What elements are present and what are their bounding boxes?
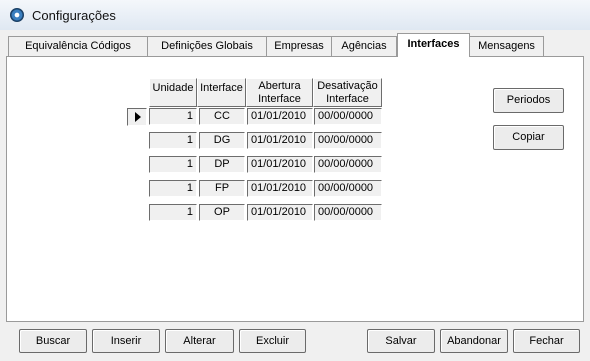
column-header-desativacao-line2: Interface (326, 93, 369, 105)
column-header-desativacao-line1: Desativação (317, 80, 378, 92)
cell-interface[interactable]: OP (199, 204, 245, 221)
cell-unidade[interactable]: 1 (149, 132, 197, 149)
column-header-abertura: Abertura Interface (246, 78, 313, 107)
cell-unidade[interactable]: 1 (149, 156, 197, 173)
copiar-button[interactable]: Copiar (493, 125, 564, 150)
cell-desativacao[interactable]: 00/00/0000 (314, 132, 382, 149)
tab-mensagens[interactable]: Mensagens (469, 36, 544, 56)
inserir-button[interactable]: Inserir (92, 329, 160, 353)
cell-interface[interactable]: CC (199, 108, 245, 125)
column-header-unidade: Unidade (149, 78, 197, 107)
excluir-button[interactable]: Excluir (239, 329, 306, 353)
salvar-button[interactable]: Salvar (367, 329, 435, 353)
buscar-button[interactable]: Buscar (19, 329, 87, 353)
tab-agencias[interactable]: Agências (331, 36, 397, 56)
column-header-abertura-line2: Interface (258, 93, 301, 105)
cell-unidade[interactable]: 1 (149, 108, 197, 125)
tab-equivalencia-codigos[interactable]: Equivalência Códigos (8, 36, 148, 56)
cell-interface[interactable]: DG (199, 132, 245, 149)
tab-empresas[interactable]: Empresas (266, 36, 332, 56)
column-header-abertura-line1: Abertura (258, 80, 301, 92)
cell-abertura[interactable]: 01/01/2010 (247, 204, 313, 221)
cell-abertura[interactable]: 01/01/2010 (247, 132, 313, 149)
app-icon (10, 8, 24, 22)
alterar-button[interactable]: Alterar (165, 329, 234, 353)
fechar-button[interactable]: Fechar (513, 329, 580, 353)
cell-interface[interactable]: DP (199, 156, 245, 173)
title-bar: Configurações (0, 0, 590, 31)
cell-unidade[interactable]: 1 (149, 180, 197, 197)
tab-interfaces[interactable]: Interfaces (397, 33, 470, 57)
cell-interface[interactable]: FP (199, 180, 245, 197)
current-row-arrow-icon (127, 108, 147, 126)
cell-unidade[interactable]: 1 (149, 204, 197, 221)
periodos-button[interactable]: Periodos (493, 88, 564, 113)
cell-desativacao[interactable]: 00/00/0000 (314, 180, 382, 197)
abandonar-button[interactable]: Abandonar (440, 329, 508, 353)
column-header-interface: Interface (197, 78, 246, 107)
cell-desativacao[interactable]: 00/00/0000 (314, 156, 382, 173)
cell-abertura[interactable]: 01/01/2010 (247, 156, 313, 173)
tab-definicoes-globais[interactable]: Definições Globais (147, 36, 267, 56)
window-title: Configurações (32, 8, 116, 23)
cell-abertura[interactable]: 01/01/2010 (247, 180, 313, 197)
cell-desativacao[interactable]: 00/00/0000 (314, 204, 382, 221)
cell-desativacao[interactable]: 00/00/0000 (314, 108, 382, 125)
column-header-desativacao: Desativação Interface (313, 78, 382, 107)
cell-abertura[interactable]: 01/01/2010 (247, 108, 313, 125)
